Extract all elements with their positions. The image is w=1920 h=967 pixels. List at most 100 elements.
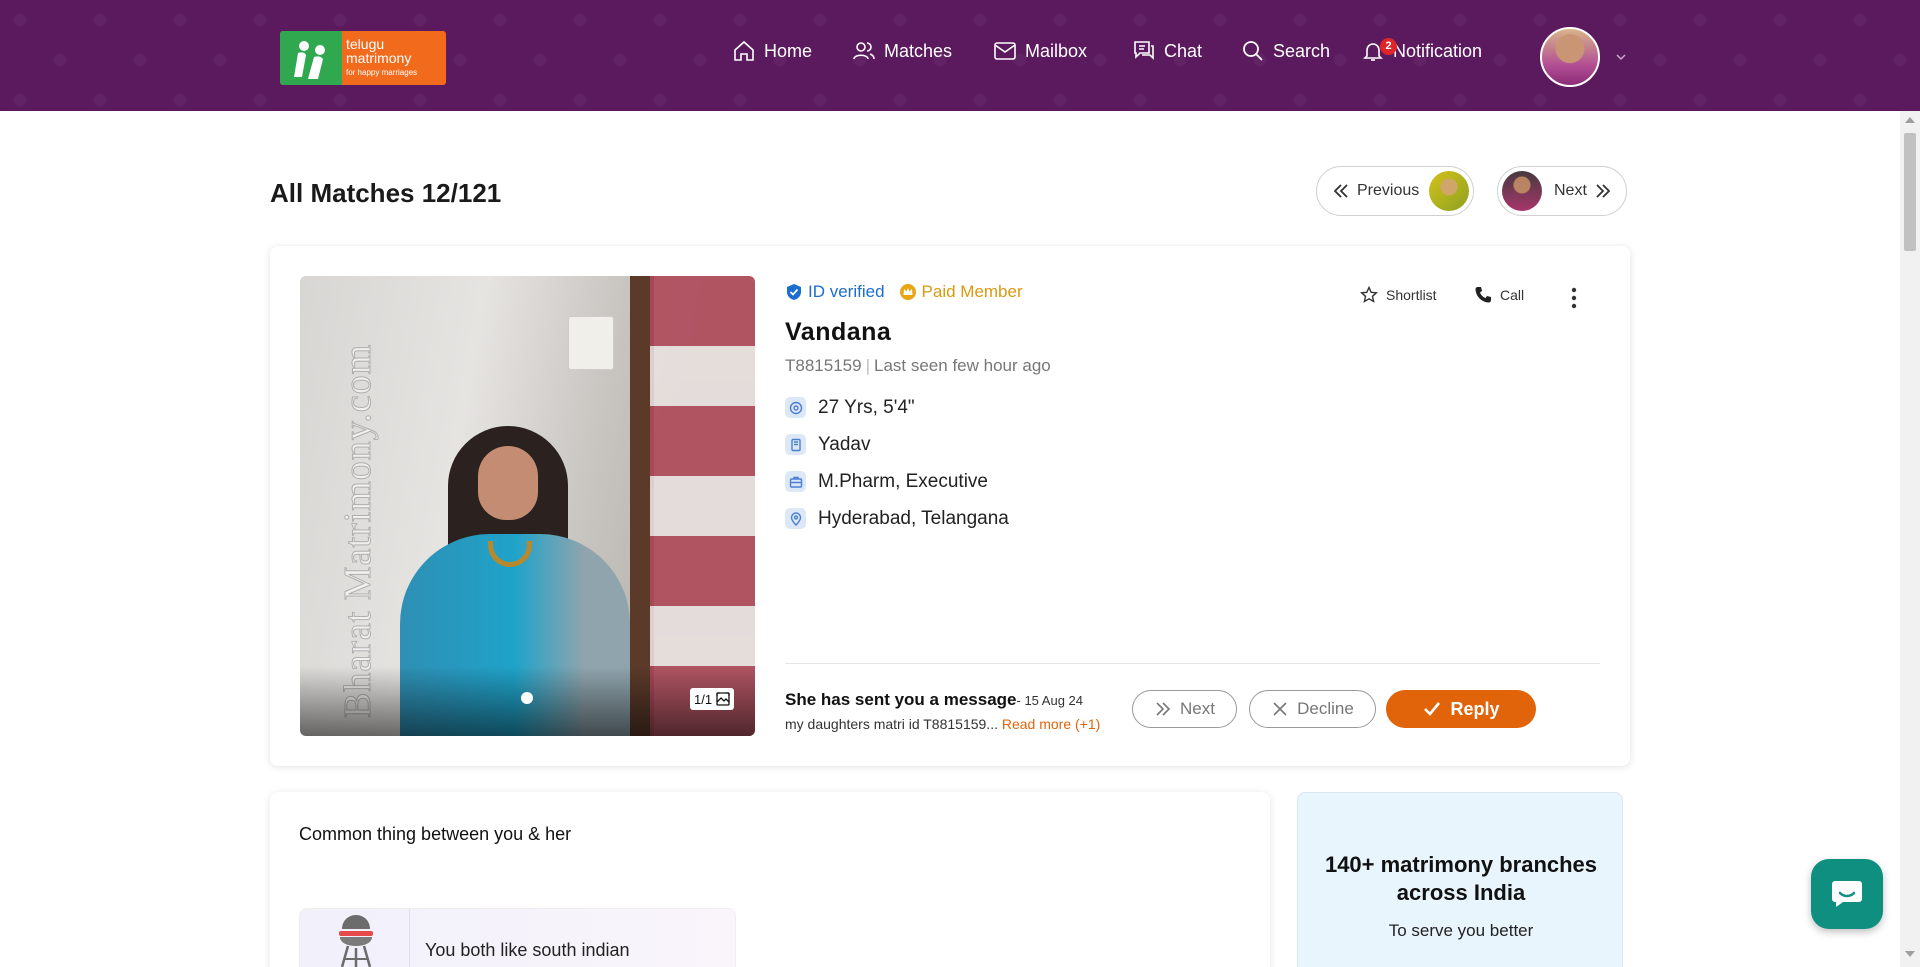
nav-matches[interactable]: Matches	[852, 38, 952, 64]
photo-counter[interactable]: 1/1	[690, 688, 735, 710]
decline-button[interactable]: Decline	[1249, 690, 1376, 728]
chat-bubble-icon	[1832, 881, 1862, 907]
message-body-text: my daughters matri id T8815159...	[785, 716, 998, 732]
barbecue-grill-icon	[339, 915, 373, 967]
member-badges: ID verified Paid Member	[785, 282, 1023, 302]
paid-member-label: Paid Member	[921, 282, 1023, 301]
user-avatar[interactable]	[1540, 27, 1600, 87]
page-title: All Matches 12/121	[270, 178, 502, 208]
paid-member-badge: Paid Member	[899, 282, 1023, 302]
profile-matri-id: T8815159	[785, 356, 862, 375]
phone-icon	[1475, 287, 1491, 303]
check-icon	[1424, 702, 1441, 716]
top-header: telugu matrimony for happy marriages Hom…	[0, 0, 1920, 111]
call-button[interactable]: Call	[1474, 286, 1524, 304]
telugu-matrimony-logo[interactable]: telugu matrimony for happy marriages	[280, 31, 446, 85]
branches-title: 140+ matrimony branches across India	[1324, 852, 1598, 905]
location-text: Hyderabad, Telangana	[818, 507, 1009, 529]
age-height-text: 27 Yrs, 5'4"	[818, 396, 915, 418]
message-preview: my daughters matri id T8815159... Read m…	[785, 716, 1100, 732]
nav-mailbox[interactable]: Mailbox	[993, 38, 1087, 64]
gallery-expand-icon	[716, 692, 730, 706]
search-icon	[1243, 41, 1263, 61]
location-pin-icon	[785, 508, 806, 529]
message-title: She has sent you a message- 15 Aug 24	[785, 690, 1083, 710]
shortlist-button[interactable]: Shortlist	[1360, 286, 1437, 304]
nav-mailbox-label: Mailbox	[1025, 40, 1088, 61]
detail-age-height: 27 Yrs, 5'4"	[785, 389, 1009, 426]
mail-icon	[994, 42, 1016, 60]
message-title-text: She has sent you a message	[785, 690, 1017, 709]
read-more-link[interactable]: Read more (+1)	[1002, 716, 1100, 732]
id-verified-badge: ID verified	[785, 282, 885, 302]
nav-search[interactable]: Search	[1241, 38, 1330, 64]
close-icon	[1273, 702, 1287, 716]
nav-notification-label: Notification	[1393, 40, 1483, 61]
common-item-icon-box	[300, 909, 410, 967]
nav-home-label: Home	[764, 40, 813, 61]
photo-watermark: Bharat Matrimony.com	[337, 343, 380, 718]
id-verified-label: ID verified	[808, 282, 885, 301]
crown-icon	[899, 284, 916, 300]
branches-subtitle: To serve you better	[1388, 921, 1534, 940]
previous-label: Previous	[1357, 182, 1420, 199]
next-label: Next	[1554, 182, 1587, 199]
page-scrollbar[interactable]	[1900, 111, 1920, 967]
chat-support-button[interactable]	[1811, 859, 1883, 929]
scroll-up-arrow-icon[interactable]	[1905, 117, 1915, 123]
community-book-icon	[785, 434, 806, 455]
nav-notification[interactable]: 2 Notification	[1361, 38, 1482, 64]
logo-couple-icon	[294, 41, 325, 79]
detail-education-job: M.Pharm, Executive	[785, 463, 1009, 500]
users-icon	[853, 42, 875, 60]
chevron-down-icon[interactable]	[1614, 50, 1628, 64]
double-chevron-right-icon	[1156, 702, 1171, 716]
more-options-icon[interactable]	[1564, 286, 1584, 310]
age-height-icon	[785, 397, 806, 418]
common-item-text: You both like south indian	[425, 940, 630, 960]
double-chevron-right-icon	[1596, 184, 1611, 198]
message-date: - 15 Aug 24	[1016, 693, 1084, 708]
decline-label: Decline	[1297, 699, 1354, 718]
nav-search-label: Search	[1273, 40, 1331, 61]
photo-carousel-dot[interactable]	[521, 692, 533, 704]
meta-separator: |	[865, 356, 870, 375]
detail-caste: Yadav	[785, 426, 1009, 463]
notification-icon-wrap: 2	[1361, 38, 1397, 63]
nav-home[interactable]: Home	[732, 38, 812, 64]
briefcase-icon	[785, 471, 806, 492]
scrollbar-thumb[interactable]	[1904, 133, 1916, 251]
common-things-title: Common thing between you & her	[299, 824, 572, 844]
logo-tagline: for happy marriages	[346, 68, 418, 77]
notification-badge: 2	[1380, 38, 1397, 55]
previous-profile-thumbnail	[1429, 171, 1470, 211]
photo-wall-switch	[568, 316, 614, 370]
home-icon	[734, 40, 754, 61]
shield-check-icon	[787, 284, 801, 300]
double-chevron-left-icon	[1333, 184, 1348, 198]
next-profile-button[interactable]: Next	[1497, 166, 1627, 216]
nav-matches-label: Matches	[884, 40, 953, 61]
branches-promo-card: 140+ matrimony branches across India To …	[1297, 792, 1623, 967]
education-job-text: M.Pharm, Executive	[818, 470, 988, 492]
profile-name: Vandana	[785, 318, 892, 346]
scroll-down-arrow-icon[interactable]	[1905, 951, 1915, 957]
profile-card: Bharat Matrimony.com 1/1 ID verified Pai…	[270, 246, 1630, 766]
next-profile-thumbnail	[1502, 171, 1542, 211]
message-next-button[interactable]: Next	[1132, 690, 1237, 728]
photo-counter-text: 1/1	[694, 691, 713, 707]
logo-text-matrimony: matrimony	[346, 50, 412, 66]
profile-last-seen: Last seen few hour ago	[874, 356, 1051, 375]
photo-face	[478, 446, 538, 520]
star-icon	[1360, 286, 1378, 303]
caste-text: Yadav	[818, 433, 871, 455]
nav-chat[interactable]: Chat	[1132, 38, 1202, 64]
profile-photo[interactable]: Bharat Matrimony.com 1/1	[300, 276, 755, 736]
profile-meta: T8815159 | Last seen few hour ago	[785, 356, 1051, 376]
shortlist-label: Shortlist	[1386, 287, 1437, 303]
reply-button[interactable]: Reply	[1386, 690, 1536, 728]
nav-chat-label: Chat	[1164, 40, 1203, 61]
reply-label: Reply	[1450, 698, 1500, 719]
chat-icon	[1134, 41, 1154, 60]
previous-profile-button[interactable]: Previous	[1316, 166, 1474, 216]
